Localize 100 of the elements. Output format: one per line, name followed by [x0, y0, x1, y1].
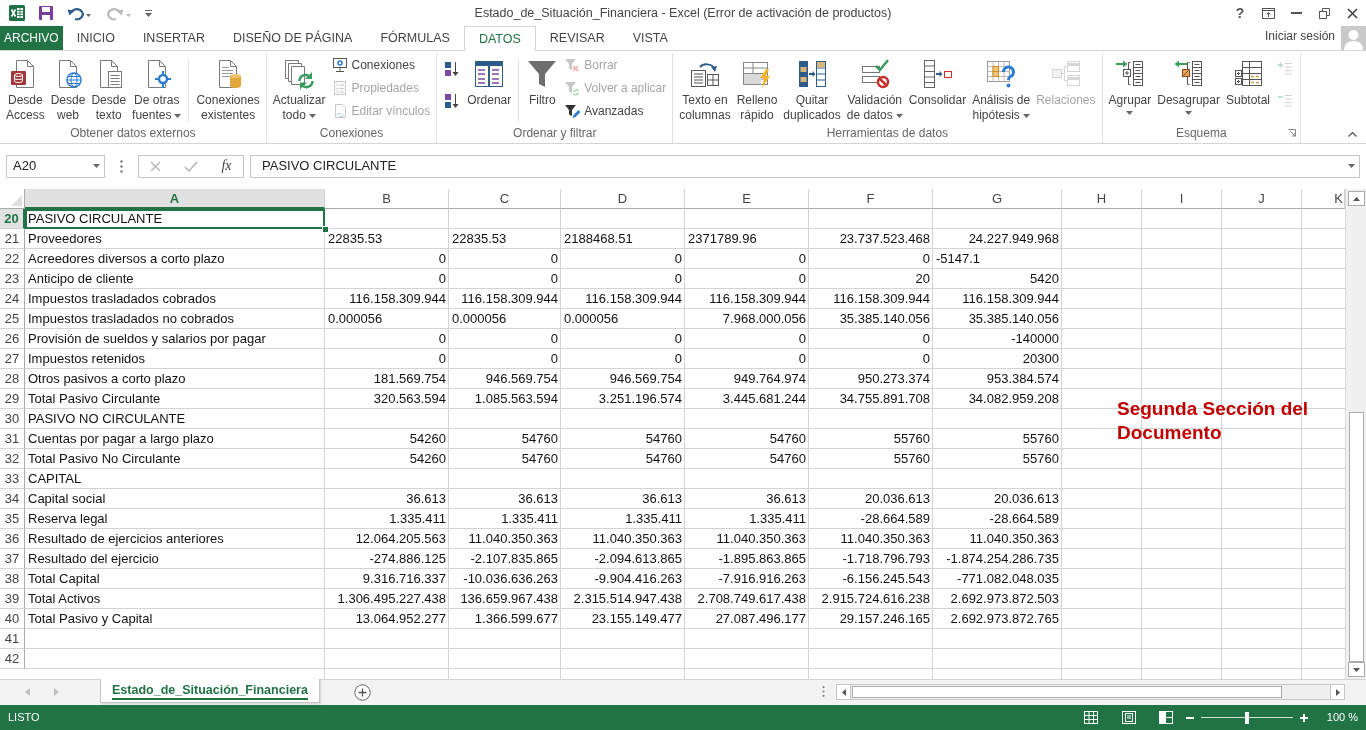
- row-header[interactable]: 20: [0, 209, 25, 229]
- zoom-slider[interactable]: [1200, 711, 1293, 724]
- table-cell-text: 2.915.724.616.238: [820, 590, 931, 608]
- file-tab[interactable]: ARCHIVO: [0, 26, 63, 50]
- table-cell-text: 946.569.754: [484, 370, 559, 388]
- page-layout-button[interactable]: [1121, 711, 1136, 724]
- refresh-pages-icon: [283, 58, 316, 90]
- table-cell-text: 1.335.411: [500, 510, 559, 528]
- ribbon-button[interactable]: Desagrupar: [1154, 53, 1223, 125]
- table-cell-text: 0: [921, 350, 931, 368]
- ribbon-button[interactable]: Conexiones: [328, 54, 434, 76]
- table-cell-text: Acreedores diversos a corto plazo: [27, 250, 226, 268]
- ribbon-tab[interactable]: VISTA: [618, 27, 682, 50]
- caret-icon: [1022, 113, 1030, 118]
- ribbon-tab[interactable]: INICIO: [62, 27, 129, 50]
- name-box[interactable]: A20: [6, 154, 105, 178]
- ribbon-tab[interactable]: REVISAR: [535, 27, 619, 50]
- table-cell-text: 181.569.754: [372, 370, 447, 388]
- scroll-up-button[interactable]: [1347, 191, 1365, 206]
- ribbon-button[interactable]: Quitar duplicados: [780, 53, 844, 125]
- table-cell-text: Provisión de sueldos y salarios por pagar: [27, 330, 267, 348]
- ribbon-button[interactable]: Filtro: [523, 53, 562, 125]
- ribbon-button[interactable]: Validación de datos: [843, 53, 906, 125]
- table-cell-text: 3.445.681.244: [721, 390, 807, 408]
- save-button[interactable]: [38, 5, 54, 21]
- ribbon-button[interactable]: Análisis de hipótesis: [969, 53, 1034, 125]
- ribbon-tab[interactable]: DISEÑO DE PÁGINA: [218, 27, 367, 50]
- table-cell-text: 116.158.309.944: [961, 290, 1060, 308]
- dialog-launcher-button[interactable]: [1288, 129, 1296, 137]
- table-cell-text: 0: [549, 270, 559, 288]
- grid-icon: [1083, 711, 1098, 724]
- table-cell-text: 1.306.495.227.438: [336, 590, 447, 608]
- table-cell-text: 1.335.411: [748, 510, 807, 528]
- table-cell-text: Proveedores: [27, 230, 103, 248]
- table-cell-text: -1.895.863.865: [717, 550, 807, 568]
- ribbon-button[interactable]: Avanzadas: [561, 100, 670, 122]
- table-cell-text: 20: [914, 270, 931, 288]
- ribbon-button[interactable]: Subtotal: [1222, 53, 1273, 125]
- zoom-out-button[interactable]: [1185, 716, 1194, 719]
- ribbon-button[interactable]: Texto en columnas: [676, 53, 734, 125]
- table-cell-text: 116.158.309.944: [832, 290, 931, 308]
- customize-toolbar-button[interactable]: [145, 9, 152, 17]
- customize-icon: [145, 9, 152, 17]
- formula-field[interactable]: PASIVO CIRCULANTE: [250, 154, 1360, 178]
- ribbon-tab[interactable]: DATOS: [463, 26, 536, 51]
- table-cell-text: -1.718.796.793: [841, 550, 931, 568]
- table-cell-text: Total Activos: [27, 590, 102, 608]
- scroll-down-button[interactable]: [1347, 662, 1365, 677]
- scrollbar-thumb[interactable]: [1348, 412, 1364, 662]
- scroll-right-button[interactable]: [1330, 685, 1344, 699]
- ribbon-button[interactable]: Agrupar: [1105, 53, 1155, 125]
- ribbon-button[interactable]: Consolidar: [905, 53, 970, 125]
- insert-function-button[interactable]: fx: [221, 158, 232, 174]
- column-header[interactable]: K: [1302, 189, 1345, 209]
- normal-view-button[interactable]: [1083, 711, 1098, 724]
- ribbon-button[interactable]: Actualizar todo: [269, 53, 329, 125]
- scrollbar-thumb[interactable]: [852, 686, 1282, 698]
- table-cell-text: Otros pasivos a corto plazo: [27, 370, 187, 388]
- grid-question-icon: [985, 58, 1018, 90]
- monitor-icon: [331, 57, 348, 73]
- sign-in-link[interactable]: Iniciar sesión: [1264, 27, 1335, 45]
- collapse-ribbon-button[interactable]: [1348, 132, 1357, 137]
- ribbon-button[interactable]: Desde texto: [88, 53, 130, 125]
- zoom-thumb[interactable]: [1244, 711, 1249, 724]
- ribbon-tab[interactable]: INSERTAR: [128, 27, 219, 50]
- undo-button[interactable]: [67, 5, 93, 21]
- sheet-tab[interactable]: Estado_de_Situación_Financiera: [100, 679, 320, 703]
- table-cell-text: 11.040.350.363: [591, 530, 683, 548]
- help-button[interactable]: ?: [1226, 3, 1254, 23]
- window-title: Estado_de_Situación_Financiera - Excel (Error de activación de productos): [474, 4, 892, 22]
- table-cell-text: 55760: [1021, 430, 1060, 448]
- table-cell-text: Resultado de ejercicios anteriores: [27, 530, 225, 548]
- zoom-level-text[interactable]: 100 %: [1326, 709, 1358, 726]
- ribbon-button[interactable]: Conexiones existentes: [193, 53, 263, 125]
- page-break-button[interactable]: [1158, 711, 1173, 724]
- table-cell-text: Reserva legal: [27, 510, 109, 528]
- minimize-icon: [1290, 12, 1302, 14]
- ribbon-button[interactable]: Relleno rápido: [733, 53, 781, 125]
- table-cell-text: 0: [797, 250, 807, 268]
- scroll-left-button[interactable]: [837, 685, 851, 699]
- table-cell-text: -2.094.613.865: [593, 550, 683, 568]
- table-cell-text: 0: [549, 330, 559, 348]
- vertical-scrollbar[interactable]: [1345, 189, 1366, 679]
- ribbon-tab[interactable]: FÓRMULAS: [366, 27, 464, 50]
- table-cell-text: Impuestos trasladados no cobrados: [27, 310, 235, 328]
- table-cell-text: 1.085.563.594: [473, 390, 559, 408]
- ribbon-button[interactable]: Ordenar: [464, 53, 515, 125]
- column-header[interactable]: A: [25, 189, 325, 209]
- table-cell-text: 1.335.411: [624, 510, 683, 528]
- table-cell-text: 36.613: [405, 490, 447, 508]
- horizontal-scrollbar[interactable]: [836, 684, 1345, 700]
- table-cell-text: 320.563.594: [372, 390, 447, 408]
- ribbon-button[interactable]: Desde web: [47, 53, 89, 125]
- select-all-icon: [11, 195, 22, 206]
- add-sheet-button[interactable]: [353, 684, 371, 701]
- ribbon-button[interactable]: De otras fuentes: [129, 53, 185, 125]
- table-cell-text: -28.664.589: [859, 510, 931, 528]
- zoom-in-button[interactable]: [1299, 713, 1308, 722]
- ribbon-button[interactable]: Desde Access: [3, 53, 48, 125]
- fill-handle[interactable]: [322, 226, 329, 233]
